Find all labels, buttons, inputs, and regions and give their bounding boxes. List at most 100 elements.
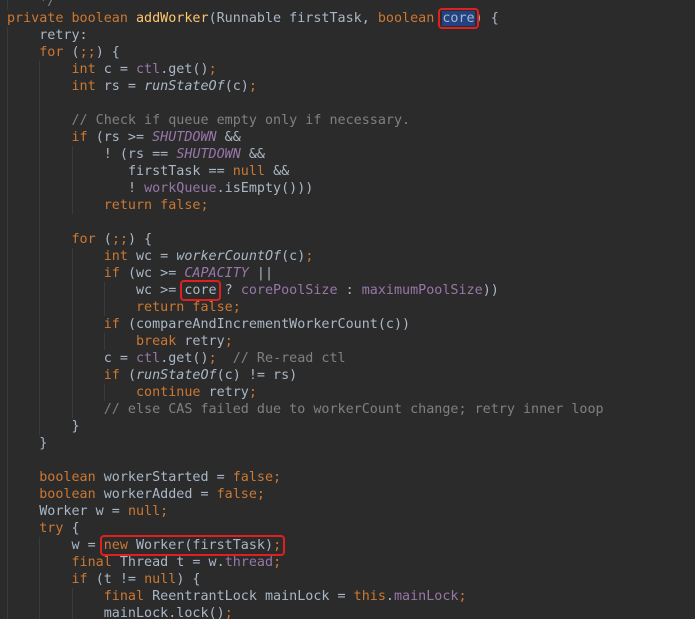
indent-guide bbox=[71, 282, 73, 299]
code-editor[interactable]: */private boolean addWorker(Runnable fir… bbox=[0, 0, 695, 619]
indent-guide bbox=[39, 129, 41, 146]
indent-guide bbox=[7, 401, 8, 418]
indent-guide bbox=[39, 605, 41, 619]
indent-guide bbox=[7, 27, 8, 44]
indent-guide bbox=[7, 61, 8, 78]
code-token: ;; bbox=[111, 232, 128, 247]
indent-guide bbox=[39, 367, 41, 384]
indent-guide bbox=[7, 469, 8, 486]
indent-guide bbox=[71, 248, 73, 265]
code-token: (c) != rs) bbox=[216, 368, 298, 383]
indent-guide bbox=[71, 316, 73, 333]
code-token: ( bbox=[71, 45, 80, 60]
indent-guide bbox=[39, 214, 41, 231]
code-token: if bbox=[103, 368, 128, 383]
code-token: false; bbox=[232, 470, 282, 485]
code-line: } bbox=[0, 418, 695, 435]
code-token: ; bbox=[248, 79, 257, 94]
indent-guide bbox=[71, 146, 73, 163]
code-line: int c = ctl.get(); bbox=[0, 61, 695, 78]
code-line: int wc = workerCountOf(c); bbox=[0, 248, 695, 265]
code-token: null; bbox=[127, 504, 169, 519]
code-line: ! workQueue.isEmpty())) bbox=[0, 180, 695, 197]
indent-guide bbox=[71, 384, 73, 401]
code-token: : bbox=[337, 283, 362, 298]
indent-guide bbox=[7, 333, 8, 350]
indent-guide bbox=[7, 214, 8, 231]
indent-guide bbox=[39, 537, 41, 554]
code-token: && bbox=[240, 147, 265, 162]
code-token: Worker w = bbox=[39, 504, 128, 519]
code-token: null bbox=[232, 164, 274, 179]
indent-guide bbox=[7, 265, 8, 282]
code-token: w = bbox=[71, 538, 104, 553]
code-token: ; bbox=[458, 589, 467, 604]
indent-guide bbox=[39, 180, 41, 197]
code-token: boolean bbox=[39, 470, 104, 485]
code-token: CAPACITY bbox=[184, 266, 249, 281]
indent-guide bbox=[71, 605, 73, 619]
code-token: for bbox=[39, 45, 72, 60]
code-token: { bbox=[71, 521, 80, 536]
code-token: return false; bbox=[136, 300, 241, 315]
indent-guide bbox=[7, 197, 8, 214]
indent-guide bbox=[7, 537, 8, 554]
indent-guide bbox=[39, 299, 41, 316]
code-token: int bbox=[71, 79, 104, 94]
code-line: mainLock.lock(); bbox=[0, 605, 695, 619]
code-token: false; bbox=[216, 487, 265, 502]
indent-guide bbox=[71, 299, 73, 316]
code-token: workQueue bbox=[144, 181, 217, 196]
code-line: ! (rs == SHUTDOWN && bbox=[0, 146, 695, 163]
code-line: Worker w = null; bbox=[0, 503, 695, 520]
indent-guide bbox=[7, 316, 8, 333]
code-token: int bbox=[103, 249, 136, 264]
code-token: (rs >= bbox=[95, 130, 153, 145]
indent-guide bbox=[39, 350, 41, 367]
indent-guide bbox=[7, 282, 8, 299]
indent-guide bbox=[7, 384, 8, 401]
indent-guide bbox=[7, 452, 8, 469]
code-token: wc >= bbox=[136, 283, 185, 298]
indent-guide bbox=[7, 248, 8, 265]
code-line bbox=[0, 214, 695, 231]
code-token: ( bbox=[127, 368, 136, 383]
code-line: firstTask == null && bbox=[0, 163, 695, 180]
code-comment: // else CAS failed due to workerCount ch… bbox=[103, 402, 604, 417]
code-line: try { bbox=[0, 520, 695, 537]
code-line: if (compareAndIncrementWorkerCount(c)) bbox=[0, 316, 695, 333]
code-token: ;; bbox=[79, 45, 96, 60]
indent-guide bbox=[71, 350, 73, 367]
code-token: if bbox=[103, 317, 128, 332]
indent-guide bbox=[103, 299, 105, 316]
indent-guide bbox=[7, 231, 8, 248]
code-line: if (runStateOf(c) != rs) bbox=[0, 367, 695, 384]
code-token: ; bbox=[273, 538, 282, 553]
indent-guide bbox=[39, 282, 41, 299]
indent-guide bbox=[39, 146, 41, 163]
code-token: c = bbox=[103, 62, 136, 77]
code-token: firstTask == bbox=[127, 164, 233, 179]
indent-guide bbox=[39, 78, 41, 95]
indent-guide bbox=[71, 180, 73, 197]
code-token: mainLock bbox=[393, 589, 459, 604]
code-token: ; bbox=[248, 385, 257, 400]
code-token: workerCountOf bbox=[176, 249, 282, 264]
code-line bbox=[0, 452, 695, 469]
code-token: boolean bbox=[377, 11, 443, 26]
code-token: core bbox=[442, 11, 475, 26]
indent-guide bbox=[39, 197, 41, 214]
indent-guide bbox=[7, 367, 8, 384]
code-token: retry: bbox=[39, 28, 88, 43]
code-token: .get() bbox=[160, 351, 209, 366]
code-content: */private boolean addWorker(Runnable fir… bbox=[0, 0, 695, 619]
code-token: c = bbox=[103, 351, 136, 366]
code-token: runStateOf bbox=[136, 368, 217, 383]
code-token: .isEmpty())) bbox=[216, 181, 314, 196]
code-token: mainLock.lock() bbox=[103, 606, 225, 619]
code-comment: // Check if queue empty only if necessar… bbox=[71, 113, 411, 128]
code-token: core bbox=[184, 283, 217, 298]
indent-guide bbox=[7, 78, 8, 95]
code-token: if bbox=[103, 266, 128, 281]
code-token: ) { bbox=[95, 45, 120, 60]
